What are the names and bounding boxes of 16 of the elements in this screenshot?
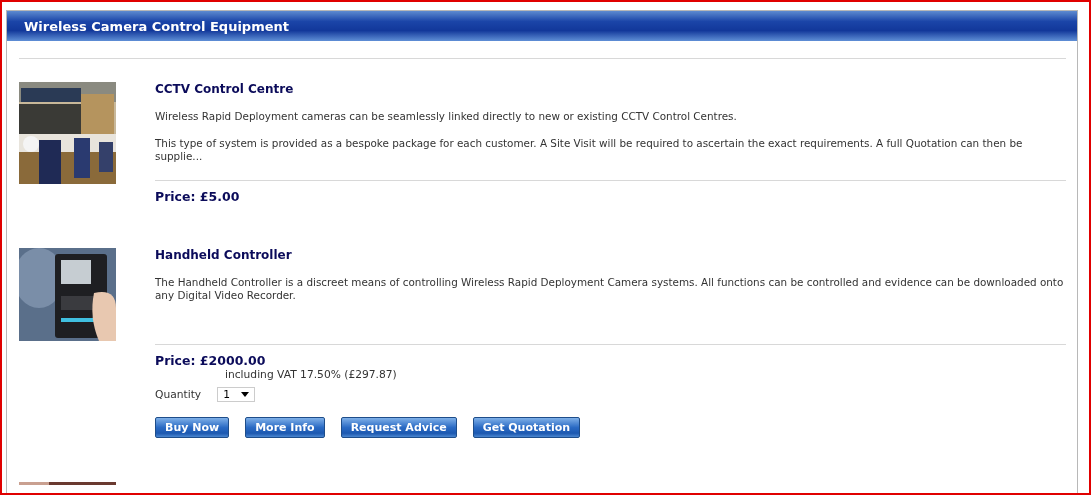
action-button[interactable]: Get Quotation [472,417,581,438]
product-price: Price: £5.00 [155,189,241,204]
action-button[interactable]: Request Advice [340,417,457,438]
product-title[interactable]: CCTV Control Centre [155,82,1066,96]
product-title[interactable]: Handheld Controller [155,248,1066,262]
action-button[interactable]: More Info [245,417,325,438]
quantity-dropdown[interactable]: 1 [217,387,256,402]
vat-note: including VAT 17.50% (£297.87) [225,368,398,381]
product-description: Wireless Rapid Deployment cameras can be seamlessly linked directly to new or existing CCTV Control Centres. [155,110,738,123]
dropdown-arrow-icon [241,392,250,397]
product-description: The Handheld Controller is a discreet means of controlling Wireless Rapid Deployment Camera systems. All functions can be controlled and evidence can be downloaded onto any Digital Video Recorder. [155,276,1065,302]
product-price: Price: £2000.00 [155,353,267,368]
panel-title: Wireless Camera Control Equipment [24,18,289,34]
quantity-label: Quantity [155,388,202,401]
action-button[interactable]: Buy Now [155,417,230,438]
product-description: This type of system is provided as a bespoke package for each customer. A Site Visit will be required to ascertain the exact requirements. A full Quotation can then be supplie... [155,137,1024,163]
